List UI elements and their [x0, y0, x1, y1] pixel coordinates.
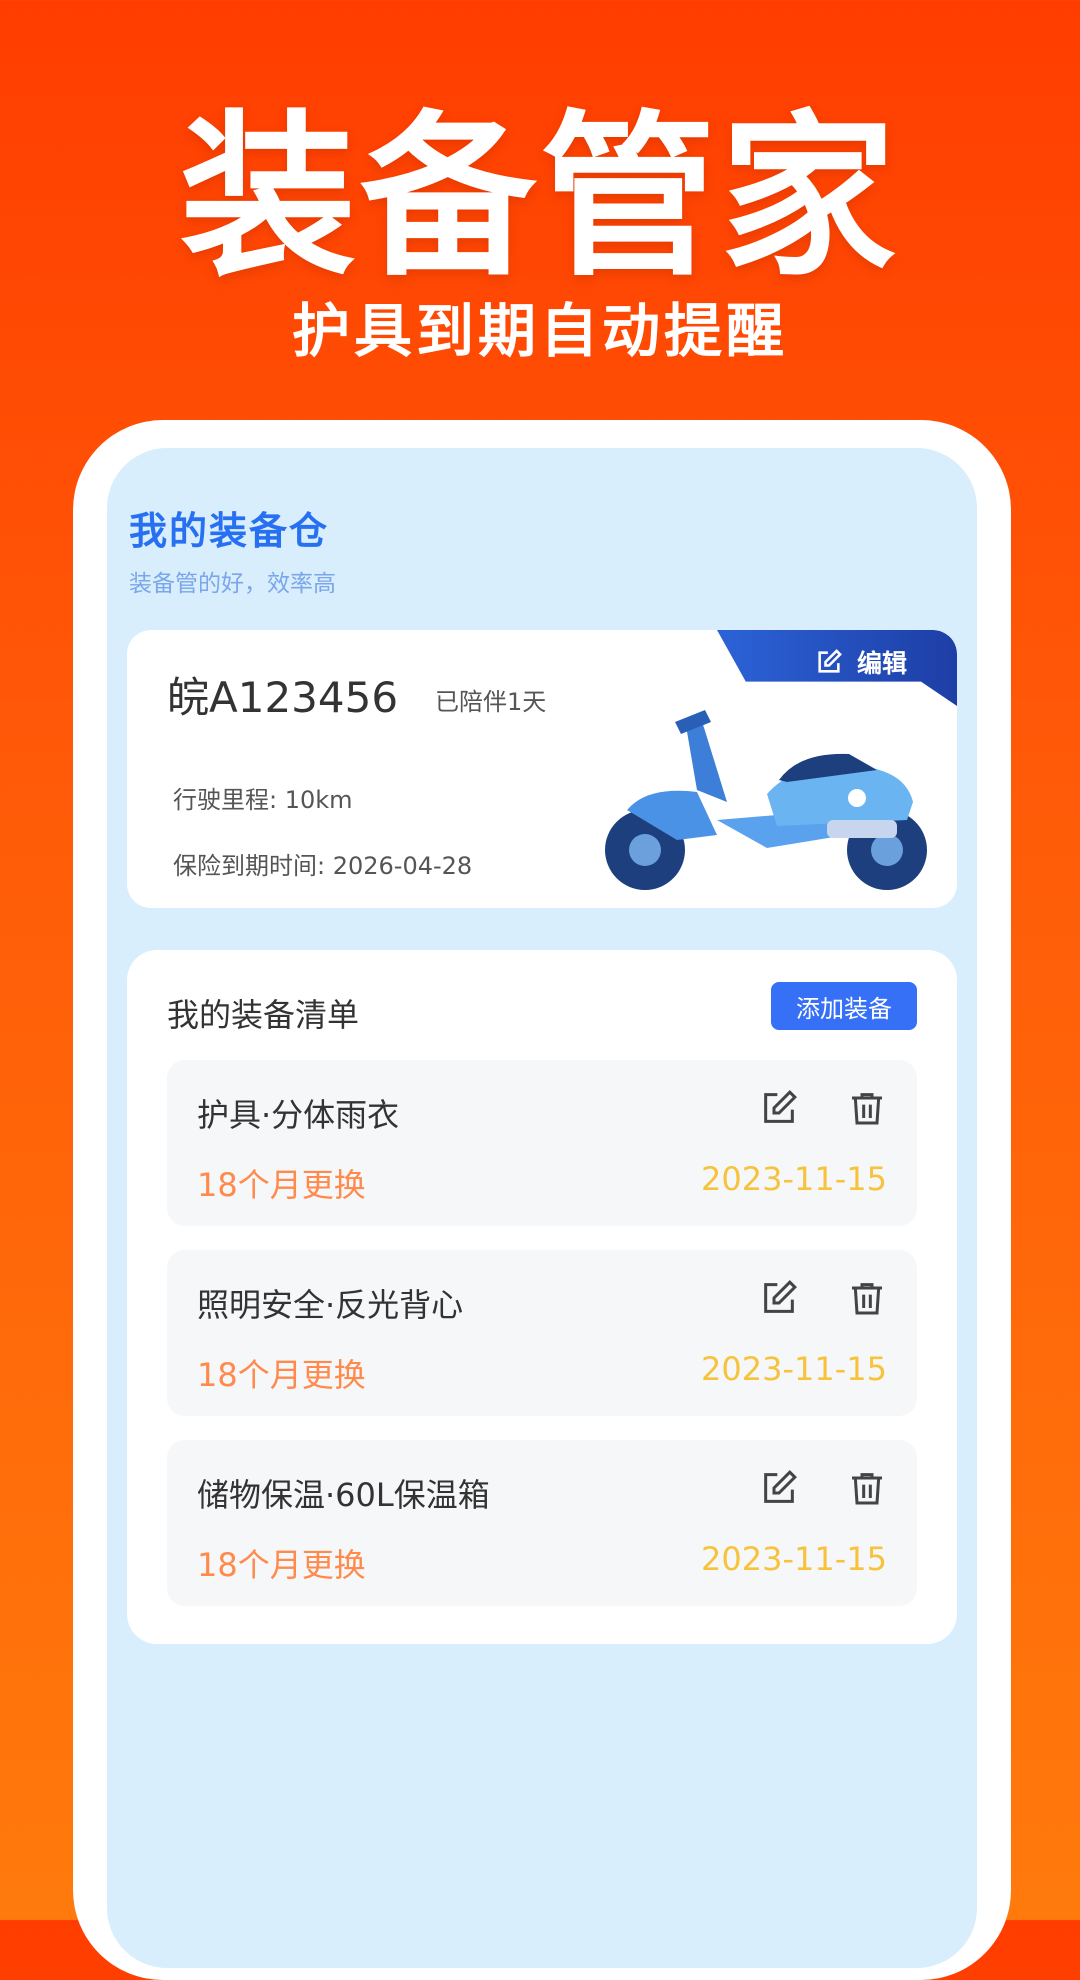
edit-icon[interactable] — [759, 1278, 799, 1318]
insurance-info: 保险到期时间: 2026-04-28 — [173, 852, 473, 880]
equipment-list-title: 我的装备清单 — [167, 996, 360, 1034]
equipment-item-name: 储物保温·60L保温箱 — [197, 1476, 490, 1514]
hero-title: 装备管家 — [179, 95, 900, 300]
equipment-item-date: 2023-11-15 — [701, 1540, 887, 1578]
equipment-item-name: 护具·分体雨衣 — [197, 1096, 400, 1134]
scooter-image — [605, 710, 927, 890]
edit-icon[interactable] — [759, 1088, 799, 1128]
equipment-item: 护具·分体雨衣 18个月更换 2023-11-15 — [167, 1060, 917, 1226]
vehicle-card: 编辑 皖A123456 已陪伴1天 行驶里程: 10km 保险到期时间: 202… — [127, 630, 957, 908]
equipment-item: 储物保温·60L保温箱 18个月更换 2023-11-15 — [167, 1440, 917, 1606]
edit-icon[interactable] — [759, 1468, 799, 1508]
add-equipment-button[interactable]: 添加装备 — [771, 982, 917, 1030]
equipment-panel: 我的装备清单 添加装备 护具·分体雨衣 18个月更换 2023-11-15 照明… — [127, 950, 957, 1644]
companion-days: 已陪伴1天 — [435, 688, 547, 716]
hero-subtitle: 护具到期自动提醒 — [291, 297, 788, 365]
equipment-item: 照明安全·反光背心 18个月更换 2023-11-15 — [167, 1250, 917, 1416]
screen-title: 我的装备仓 — [129, 509, 330, 553]
equipment-item-cycle: 18个月更换 — [197, 1356, 366, 1394]
equipment-item-cycle: 18个月更换 — [197, 1166, 366, 1204]
trash-icon[interactable] — [847, 1468, 887, 1508]
mileage-info: 行驶里程: 10km — [173, 786, 353, 814]
equipment-item-cycle: 18个月更换 — [197, 1546, 366, 1584]
equipment-item-date: 2023-11-15 — [701, 1160, 887, 1198]
screen-subtitle: 装备管的好，效率高 — [129, 571, 336, 597]
vehicle-edit-button[interactable]: 编辑 — [815, 644, 907, 680]
plate-number: 皖A123456 — [167, 673, 399, 722]
phone-screen: 我的装备仓 装备管的好，效率高 编辑 皖A123456 已陪伴1天 行驶里程: … — [107, 448, 977, 1968]
trash-icon[interactable] — [847, 1278, 887, 1318]
trash-icon[interactable] — [847, 1088, 887, 1128]
equipment-item-name: 照明安全·反光背心 — [197, 1286, 464, 1324]
equipment-item-date: 2023-11-15 — [701, 1350, 887, 1388]
vehicle-edit-label: 编辑 — [856, 649, 907, 678]
edit-icon — [818, 649, 842, 673]
